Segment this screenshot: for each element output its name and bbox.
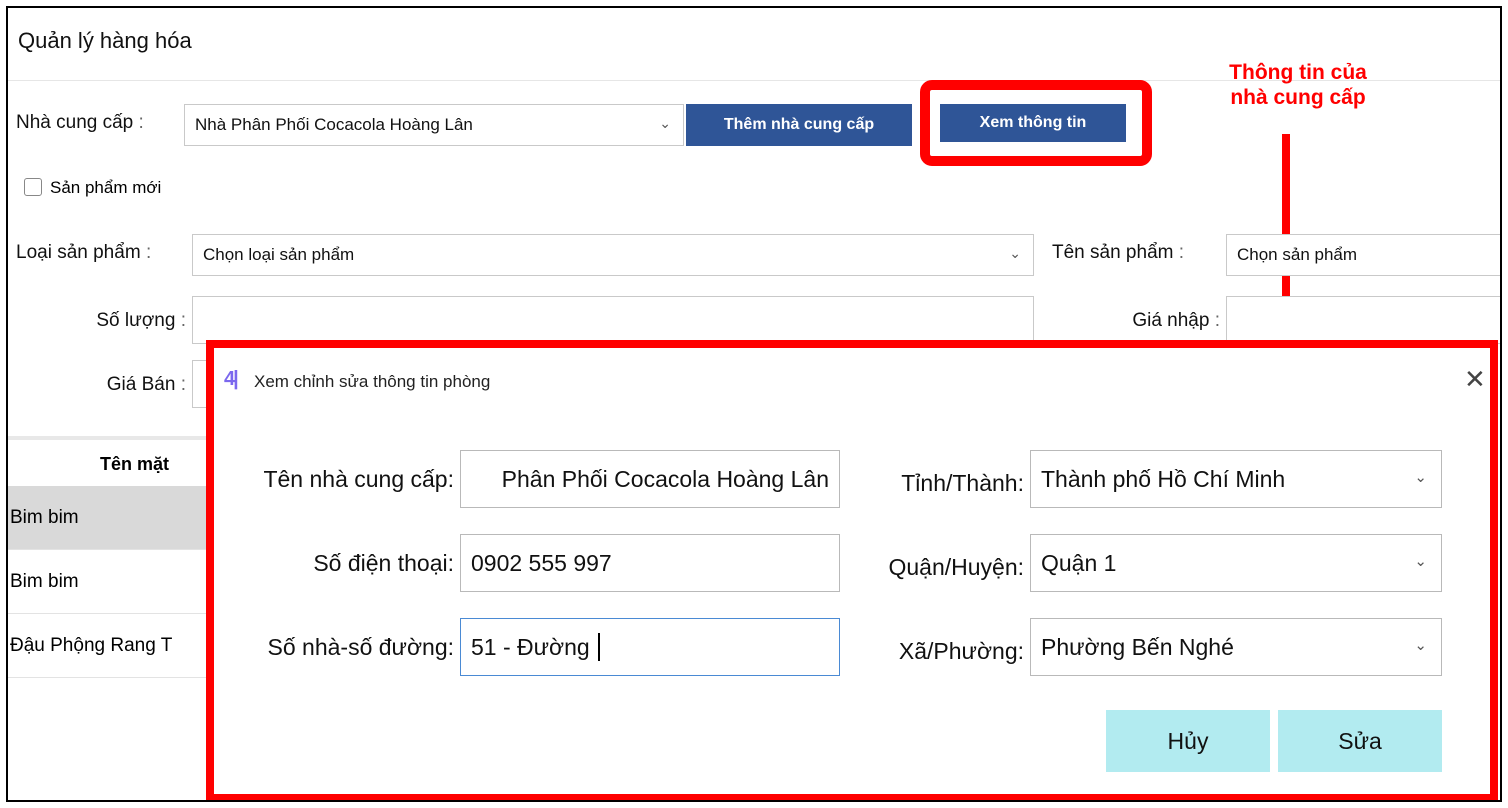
supplier-select[interactable]: Nhà Phân Phối Cocacola Hoàng Lân ⌄ [184,104,684,146]
province-label: Tỉnh/Thành: [901,470,1024,496]
grid-top-border [8,436,208,440]
supplier-label: Nhà cung cấp : [16,112,144,133]
cancel-button[interactable]: Hủy [1106,710,1270,772]
add-supplier-button[interactable]: Thêm nhà cung cấp [686,104,912,146]
chevron-down-icon: ⌄ [1009,244,1021,261]
product-type-label: Loại sản phẩm : [16,242,152,263]
product-type-select[interactable]: Chọn loại sản phẩm ⌄ [192,234,1034,276]
quantity-label: Số lượng : [96,310,186,331]
chevron-down-icon: ⌄ [1414,637,1427,655]
new-product-checkbox[interactable] [24,178,42,196]
address-label: Số nhà-số đường: [267,634,454,660]
phone-field[interactable]: 0902 555 997 [460,534,840,592]
product-name-select[interactable]: Chọn sản phẩm [1226,234,1500,276]
sell-price-label: Giá Bán : [106,374,186,395]
product-name-label: Tên sản phẩm : [1052,242,1185,263]
chevron-down-icon: ⌄ [659,114,671,131]
chevron-down-icon: ⌄ [1414,469,1427,487]
ward-select[interactable]: Phường Bến Nghé ⌄ [1030,618,1442,676]
new-product-label: Sản phẩm mới [50,178,162,197]
view-info-button[interactable]: Xem thông tin [940,104,1126,142]
annotation-text: Thông tin của nhà cung cấp [1229,61,1367,109]
grid-header-product-name: Tên mặt [100,454,170,474]
chevron-down-icon: ⌄ [1414,553,1427,571]
table-row[interactable]: Đậu Phộng Rang T [8,614,208,678]
window-title: Quản lý hàng hóa [18,28,192,53]
quantity-input[interactable] [192,296,1034,344]
phone-label: Số điện thoại: [313,550,454,576]
edit-button[interactable]: Sửa [1278,710,1442,772]
table-row[interactable]: Bim bim [8,486,208,550]
province-select[interactable]: Thành phố Hồ Chí Minh ⌄ [1030,450,1442,508]
table-row[interactable]: Bim bim [8,550,208,614]
main-window: Quản lý hàng hóa Nhà cung cấp : Nhà Phân… [6,6,1502,802]
district-label: Quận/Huyện: [888,554,1024,580]
supplier-name-label: Tên nhà cung cấp: [263,466,454,492]
import-price-input[interactable] [1226,296,1500,344]
dialog-title: Xem chỉnh sửa thông tin phòng [254,372,491,391]
close-icon[interactable]: ✕ [1464,364,1486,395]
app-logo-icon: 4| [224,368,239,390]
import-price-label: Giá nhập : [1132,310,1220,331]
supplier-info-dialog: 4| Xem chỉnh sửa thông tin phòng ✕ Tên n… [206,340,1498,800]
address-field[interactable]: 51 - Đường [460,618,840,676]
ward-label: Xã/Phường: [898,638,1024,664]
text-caret [597,633,600,661]
district-select[interactable]: Quận 1 ⌄ [1030,534,1442,592]
supplier-name-field[interactable]: Phân Phối Cocacola Hoàng Lân [460,450,840,508]
